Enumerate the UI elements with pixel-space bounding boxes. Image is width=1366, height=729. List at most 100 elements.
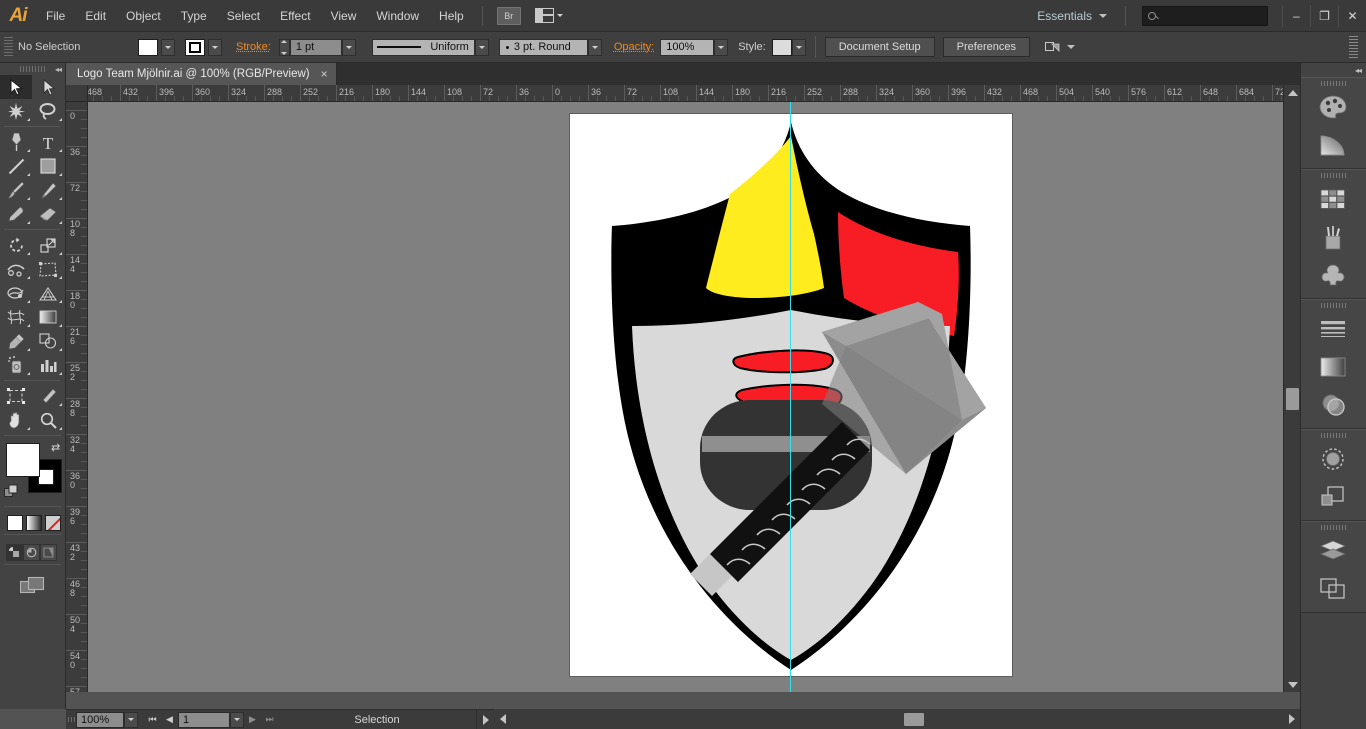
vertical-scroll-thumb[interactable]: [1286, 388, 1299, 410]
gradient-panel-icon[interactable]: [1301, 348, 1365, 386]
symbols-panel-icon[interactable]: [1301, 256, 1365, 294]
artboard-tool[interactable]: [0, 384, 32, 408]
mesh-tool[interactable]: [0, 305, 32, 329]
stroke-weight-field[interactable]: 1 pt: [289, 38, 342, 56]
first-artboard-button[interactable]: ⏮: [144, 711, 161, 728]
fill-color-well[interactable]: [6, 443, 40, 477]
appearance-panel-icon[interactable]: [1301, 440, 1365, 478]
gradient-tool[interactable]: [32, 305, 64, 329]
rotate-tool[interactable]: [0, 233, 32, 257]
scroll-up-button[interactable]: [1284, 85, 1301, 100]
close-icon[interactable]: ×: [321, 67, 328, 81]
collapse-tools-icon[interactable]: ◂◂: [55, 65, 62, 74]
graphic-style-dropdown[interactable]: [791, 38, 806, 56]
menu-edit[interactable]: Edit: [75, 0, 116, 32]
artboard-number-field[interactable]: 1: [178, 711, 230, 728]
vertical-guide[interactable]: [790, 102, 791, 692]
graphic-styles-panel-icon[interactable]: [1301, 478, 1365, 516]
next-artboard-button[interactable]: ▶: [244, 711, 261, 728]
color-guide-panel-icon[interactable]: [1301, 126, 1365, 164]
gradient-mode-button[interactable]: [26, 515, 42, 531]
workspace-switcher[interactable]: Essentials: [1027, 9, 1117, 23]
stroke-swatch[interactable]: [185, 38, 205, 56]
control-bar-menu[interactable]: [1346, 36, 1360, 58]
horizontal-scrollbar[interactable]: [494, 709, 1300, 729]
none-mode-button[interactable]: [45, 515, 61, 531]
stroke-label[interactable]: Stroke:: [236, 41, 271, 53]
align-objects-icon[interactable]: [1044, 40, 1062, 54]
bridge-icon[interactable]: Br: [496, 6, 521, 25]
transparency-panel-icon[interactable]: [1301, 386, 1365, 424]
brushes-panel-icon[interactable]: [1301, 218, 1365, 256]
close-button[interactable]: ✕: [1338, 4, 1366, 27]
lasso-tool[interactable]: [32, 99, 64, 123]
scale-tool[interactable]: [32, 233, 64, 257]
artboard[interactable]: [570, 114, 1012, 676]
panel-group-grip-2[interactable]: [1301, 170, 1366, 180]
line-segment-tool[interactable]: [0, 154, 32, 178]
arrange-documents-icon[interactable]: [534, 8, 563, 23]
align-dropdown-icon[interactable]: [1066, 45, 1075, 49]
paintbrush-tool[interactable]: [0, 178, 32, 202]
hand-tool[interactable]: [0, 408, 32, 432]
default-fill-stroke-icon[interactable]: [4, 484, 19, 499]
restore-button[interactable]: ❐: [1310, 4, 1338, 27]
opacity-label[interactable]: Opacity:: [614, 41, 654, 53]
graphic-style-swatch[interactable]: [771, 38, 792, 56]
menu-select[interactable]: Select: [217, 0, 270, 32]
swap-fill-stroke-icon[interactable]: ⇄: [51, 441, 64, 454]
opacity-dropdown[interactable]: [714, 38, 729, 56]
perspective-grid-tool[interactable]: [32, 281, 64, 305]
fill-swatch[interactable]: [138, 38, 158, 56]
layers-panel-icon[interactable]: [1301, 532, 1365, 570]
tools-panel-grip[interactable]: ◂◂: [0, 63, 65, 75]
opacity-field[interactable]: 100%: [660, 38, 715, 56]
rectangle-tool[interactable]: [32, 154, 64, 178]
free-transform-tool[interactable]: [32, 257, 64, 281]
preferences-button[interactable]: Preferences: [942, 37, 1030, 57]
type-tool[interactable]: T: [32, 130, 64, 154]
scroll-left-button[interactable]: [494, 712, 511, 727]
brush-definition-dropdown[interactable]: [587, 38, 602, 56]
minimize-button[interactable]: –: [1282, 4, 1310, 27]
document-tab[interactable]: Logo Team Mjölnir.ai @ 100% (RGB/Preview…: [66, 63, 337, 85]
artwork-logo[interactable]: [570, 114, 1012, 676]
menu-window[interactable]: Window: [366, 0, 429, 32]
blend-tool[interactable]: [32, 329, 64, 353]
menu-effect[interactable]: Effect: [270, 0, 320, 32]
status-bar-grip[interactable]: [66, 709, 76, 729]
stroke-profile-dropdown[interactable]: [474, 38, 489, 56]
draw-normal-button[interactable]: [6, 544, 23, 561]
horizontal-ruler[interactable]: 468 432 396 360 324 288 252 216 180 144 108 72 36 0 36…: [88, 85, 1300, 102]
panel-group-grip-5[interactable]: [1301, 522, 1366, 532]
status-menu-button[interactable]: [476, 709, 494, 729]
panel-group-grip[interactable]: [1301, 78, 1366, 88]
scroll-down-button[interactable]: [1284, 677, 1301, 692]
menu-help[interactable]: Help: [429, 0, 474, 32]
scroll-right-button[interactable]: [1283, 712, 1300, 727]
zoom-level-field[interactable]: 100%: [76, 711, 124, 728]
stroke-swatch-group[interactable]: [185, 38, 222, 56]
change-screen-mode-button[interactable]: [19, 576, 45, 600]
menu-view[interactable]: View: [321, 0, 367, 32]
stroke-weight-dropdown[interactable]: [341, 38, 356, 56]
eyedropper-tool[interactable]: [0, 329, 32, 353]
magic-wand-tool[interactable]: [0, 99, 32, 123]
artboard-dropdown[interactable]: [230, 711, 244, 728]
shape-builder-tool[interactable]: [0, 281, 32, 305]
color-panel-icon[interactable]: [1301, 88, 1365, 126]
stroke-weight-stepper[interactable]: [278, 38, 290, 56]
document-setup-button[interactable]: Document Setup: [824, 37, 935, 57]
column-graph-tool[interactable]: [32, 353, 64, 377]
menu-file[interactable]: File: [36, 0, 75, 32]
fill-dropdown[interactable]: [161, 38, 175, 56]
blob-brush-tool[interactable]: [0, 202, 32, 226]
menu-type[interactable]: Type: [171, 0, 217, 32]
slice-tool[interactable]: [32, 384, 64, 408]
fill-swatch-group[interactable]: [138, 38, 175, 56]
vertical-scrollbar[interactable]: [1283, 85, 1300, 692]
panel-group-grip-4[interactable]: [1301, 430, 1366, 440]
direct-selection-tool[interactable]: [32, 75, 64, 99]
pen-tool[interactable]: [0, 130, 32, 154]
ruler-origin[interactable]: [66, 85, 88, 102]
